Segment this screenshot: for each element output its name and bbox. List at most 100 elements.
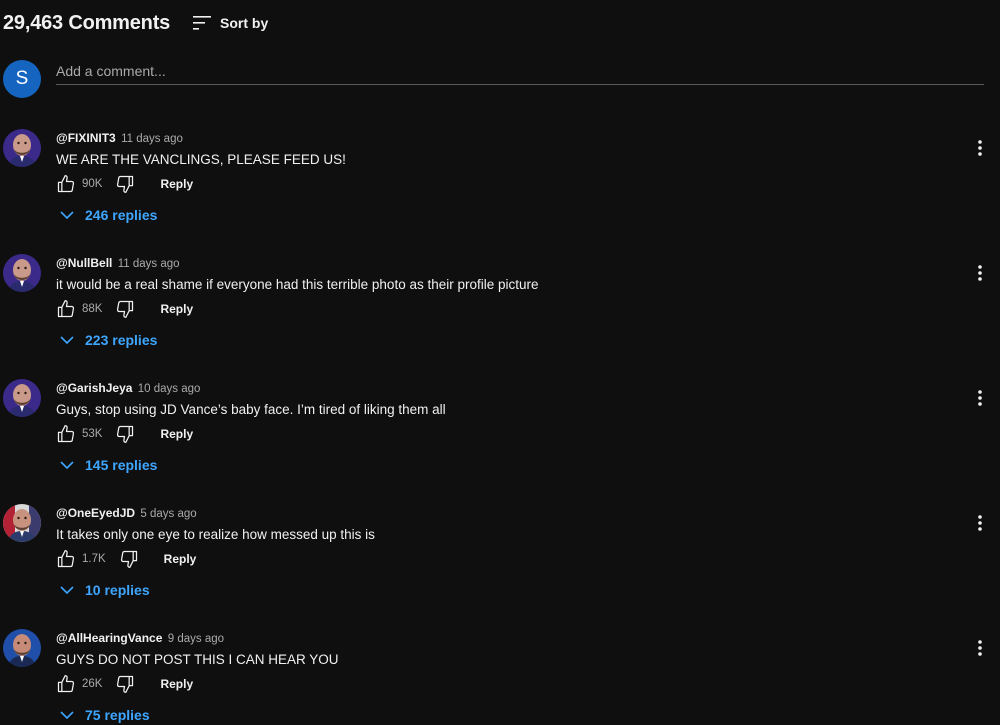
avatar[interactable] xyxy=(3,504,41,542)
face-avatar-flag xyxy=(3,504,41,542)
like-count: 88K xyxy=(82,303,103,315)
sort-by-button[interactable]: Sort by xyxy=(192,11,268,35)
avatar[interactable]: S xyxy=(3,60,41,98)
view-replies-button[interactable]: 145 replies xyxy=(59,455,157,475)
comment-author[interactable]: @FIXINIT3 xyxy=(56,131,116,145)
comment-timestamp[interactable]: 11 days ago xyxy=(118,258,180,270)
reply-button[interactable]: Reply xyxy=(160,177,193,191)
reply-button[interactable]: Reply xyxy=(160,427,193,441)
view-replies-button[interactable]: 223 replies xyxy=(59,330,157,350)
like-button[interactable] xyxy=(55,298,77,320)
more-vert-icon xyxy=(978,265,982,281)
like-button[interactable] xyxy=(55,423,77,445)
face-avatar-purple xyxy=(3,129,41,167)
dislike-button[interactable] xyxy=(114,673,136,695)
more-actions-button[interactable] xyxy=(970,137,990,159)
thumbs-down-icon xyxy=(117,175,134,193)
comment-meta: @NullBell 11 days ago xyxy=(56,256,180,272)
comment-text: It takes only one eye to realize how mes… xyxy=(56,527,375,542)
more-actions-button[interactable] xyxy=(970,387,990,409)
like-count: 90K xyxy=(82,178,103,190)
comment-count: 29,463 Comments xyxy=(3,11,171,34)
comments-header: 29,463 Comments xyxy=(3,10,170,36)
replies-count: 223 replies xyxy=(85,332,158,348)
comment-text: WE ARE THE VANCLINGS, PLEASE FEED US! xyxy=(56,152,346,167)
comment-thread: @AllHearingVance 9 days ago GUYS DO NOT … xyxy=(3,629,1000,725)
comment-text: Guys, stop using JD Vance’s baby face. I… xyxy=(56,402,446,417)
like-button[interactable] xyxy=(55,548,77,570)
face-avatar-purple xyxy=(3,379,41,417)
chevron-down-icon xyxy=(60,336,74,345)
comment-text: GUYS DO NOT POST THIS I CAN HEAR YOU xyxy=(56,652,339,667)
chevron-down-icon xyxy=(60,711,74,720)
comment-author[interactable]: @NullBell xyxy=(56,256,112,270)
comment-meta: @AllHearingVance 9 days ago xyxy=(56,631,224,647)
comment-thread: @NullBell 11 days ago it would be a real… xyxy=(3,254,1000,374)
add-comment-input[interactable] xyxy=(56,60,984,85)
replies-count: 246 replies xyxy=(85,207,158,223)
comment-text: it would be a real shame if everyone had… xyxy=(56,277,539,292)
comment-thread: @GarishJeya 10 days ago Guys, stop using… xyxy=(3,379,1000,499)
comment-meta: @GarishJeya 10 days ago xyxy=(56,381,200,397)
sort-by-label: Sort by xyxy=(220,15,269,31)
view-replies-button[interactable]: 75 replies xyxy=(59,705,150,725)
sort-icon xyxy=(192,13,212,33)
comment-thread: @OneEyedJD 5 days ago It takes only one … xyxy=(3,504,1000,624)
reply-button[interactable]: Reply xyxy=(160,677,193,691)
comment-author[interactable]: @GarishJeya xyxy=(56,381,132,395)
thumbs-up-icon xyxy=(57,300,75,318)
more-actions-button[interactable] xyxy=(970,262,990,284)
view-replies-button[interactable]: 246 replies xyxy=(59,205,157,225)
comments-section: 29,463 Comments Sort by S @FIXINIT3 11 d… xyxy=(0,0,1000,725)
dislike-button[interactable] xyxy=(114,423,136,445)
more-vert-icon xyxy=(978,390,982,406)
like-count: 26K xyxy=(82,678,103,690)
reply-button[interactable]: Reply xyxy=(164,552,197,566)
like-button[interactable] xyxy=(55,173,77,195)
comment-timestamp[interactable]: 11 days ago xyxy=(121,133,183,145)
reply-button[interactable]: Reply xyxy=(160,302,193,316)
comment-actions: 90K Reply xyxy=(55,172,193,196)
view-replies-button[interactable]: 10 replies xyxy=(59,580,150,600)
comment-author[interactable]: @AllHearingVance xyxy=(56,631,162,645)
thumbs-up-icon xyxy=(57,425,75,443)
dislike-button[interactable] xyxy=(114,298,136,320)
more-vert-icon xyxy=(978,140,982,156)
avatar[interactable] xyxy=(3,254,41,292)
thumbs-down-icon xyxy=(117,300,134,318)
comment-meta: @FIXINIT3 11 days ago xyxy=(56,131,183,147)
like-count: 1.7K xyxy=(82,553,106,565)
face-avatar-purple xyxy=(3,254,41,292)
add-comment-row: S xyxy=(3,60,988,100)
comment-timestamp[interactable]: 5 days ago xyxy=(140,508,196,520)
more-actions-button[interactable] xyxy=(970,637,990,659)
dislike-button[interactable] xyxy=(118,548,140,570)
comment-timestamp[interactable]: 9 days ago xyxy=(168,633,224,645)
comment-author[interactable]: @OneEyedJD xyxy=(56,506,135,520)
dislike-button[interactable] xyxy=(114,173,136,195)
replies-count: 10 replies xyxy=(85,582,150,598)
like-button[interactable] xyxy=(55,673,77,695)
more-actions-button[interactable] xyxy=(970,512,990,534)
more-vert-icon xyxy=(978,640,982,656)
avatar-initial: S xyxy=(15,68,29,89)
chevron-down-icon xyxy=(60,586,74,595)
comment-thread: @FIXINIT3 11 days ago WE ARE THE VANCLIN… xyxy=(3,129,1000,249)
chevron-down-icon xyxy=(60,211,74,220)
like-count: 53K xyxy=(82,428,103,440)
thumbs-down-icon xyxy=(117,425,134,443)
thumbs-up-icon xyxy=(57,175,75,193)
thumbs-up-icon xyxy=(57,550,75,568)
thumbs-down-icon xyxy=(117,675,134,693)
face-avatar-blue xyxy=(3,629,41,667)
chevron-down-icon xyxy=(60,461,74,470)
avatar[interactable] xyxy=(3,379,41,417)
comment-actions: 53K Reply xyxy=(55,422,193,446)
avatar[interactable] xyxy=(3,629,41,667)
comment-actions: 88K Reply xyxy=(55,297,193,321)
thumbs-up-icon xyxy=(57,675,75,693)
avatar[interactable] xyxy=(3,129,41,167)
comment-timestamp[interactable]: 10 days ago xyxy=(138,383,201,395)
thumbs-down-icon xyxy=(120,550,137,568)
comment-actions: 1.7K Reply xyxy=(55,547,196,571)
